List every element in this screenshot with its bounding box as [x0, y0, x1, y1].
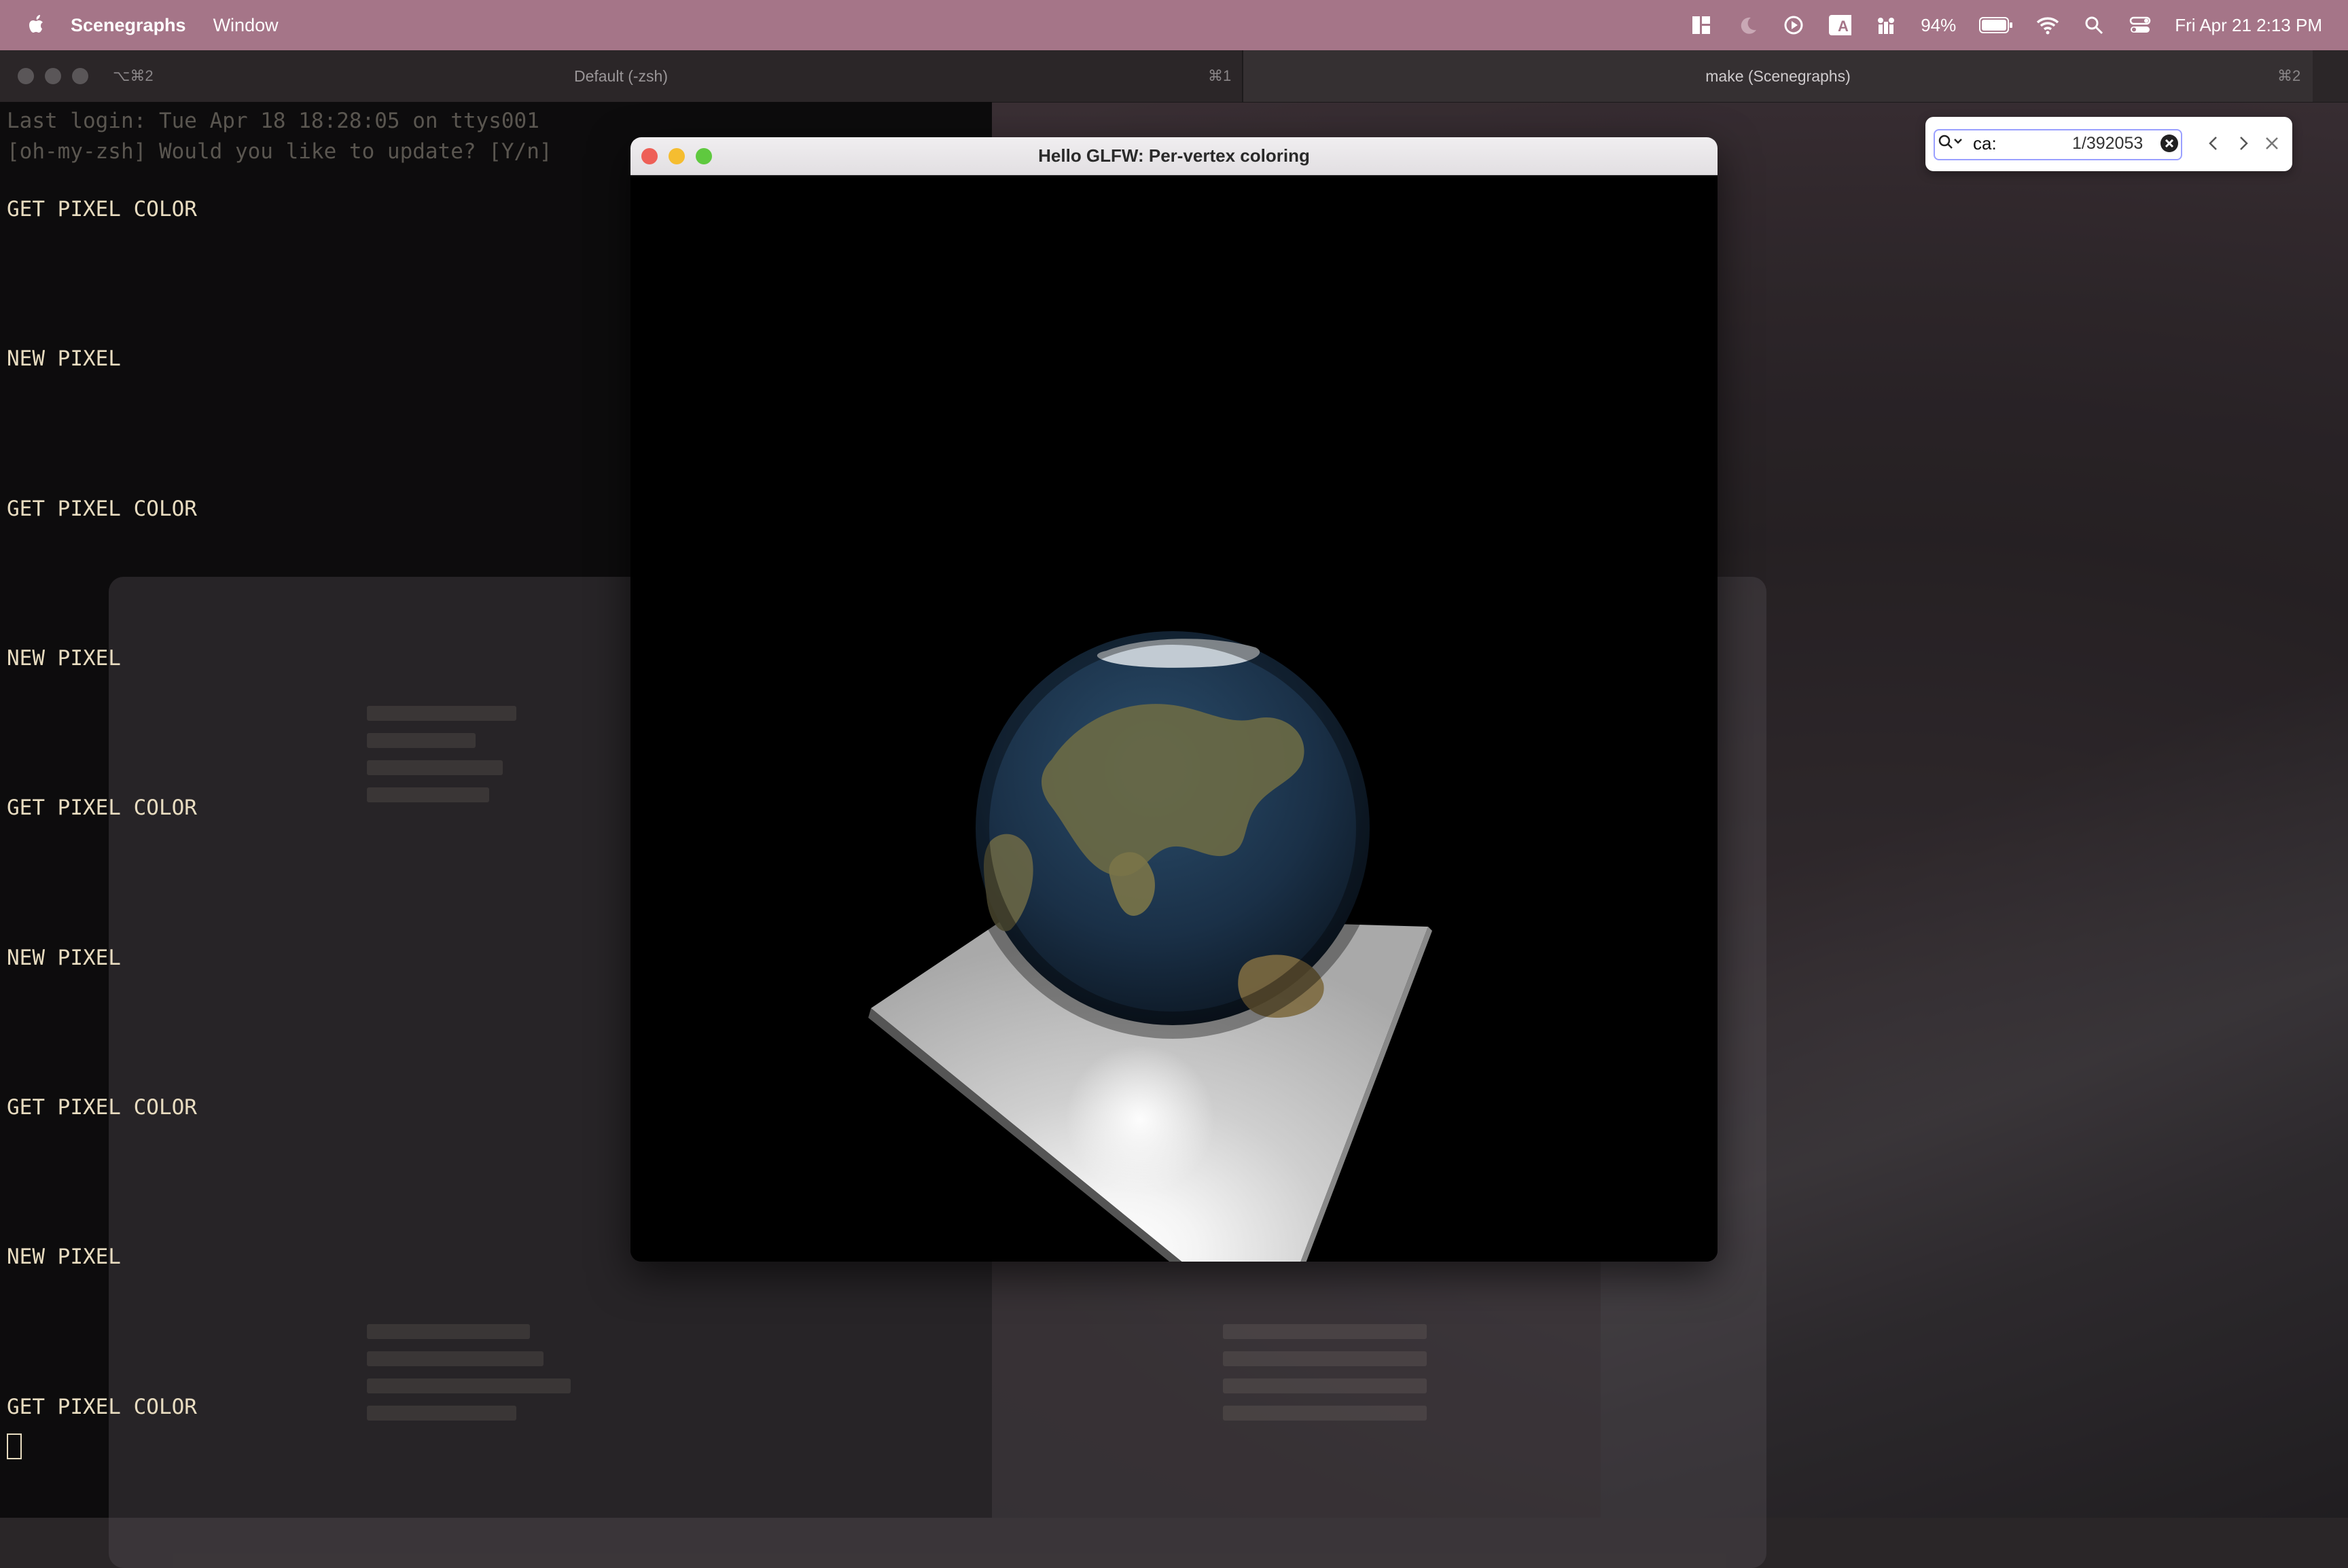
- terminal-cursor: [7, 1433, 22, 1459]
- tab2-shortcut: ⌘2: [2277, 67, 2301, 84]
- menu-window[interactable]: Window: [213, 15, 279, 36]
- close-find-icon[interactable]: [2262, 134, 2281, 153]
- terminal-line: GET PIXEL COLOR: [7, 197, 197, 221]
- search-options-icon[interactable]: [1938, 133, 1965, 151]
- glfw-window: Hello GLFW: Per-vertex coloring: [630, 137, 1718, 1262]
- find-query: ca:: [1973, 133, 1997, 154]
- glfw-window-title: Hello GLFW: Per-vertex coloring: [1038, 145, 1310, 166]
- finder-row: [367, 787, 489, 802]
- terminal-line: GET PIXEL COLOR: [7, 796, 197, 820]
- finder-row: [367, 1378, 571, 1393]
- finder-row: [1223, 1406, 1427, 1421]
- tab1-shortcut: ⌘1: [1208, 67, 1232, 84]
- finder-row: [367, 760, 503, 775]
- tab-title-make: make (Scenegraphs): [1705, 67, 1851, 85]
- app-menu-scenegraphs[interactable]: Scenegraphs: [71, 15, 186, 36]
- terminal-tab-bar: ⌥⌘2 Default (-zsh) ⌘1 make (Scenegraphs)…: [0, 50, 2348, 103]
- terminal-line: NEW PIXEL: [7, 946, 121, 970]
- window-tiling-icon[interactable]: [1690, 14, 1713, 37]
- find-input[interactable]: [1934, 129, 2182, 160]
- finder-row: [367, 1351, 544, 1366]
- tab-title-default: Default (-zsh): [573, 67, 669, 85]
- wifi-icon[interactable]: [2036, 14, 2059, 37]
- chevron-right-icon[interactable]: [2234, 134, 2253, 153]
- battery-percent: 94%: [1921, 14, 1957, 35]
- control-center-icon[interactable]: [2129, 14, 2152, 37]
- battery-icon[interactable]: [1979, 14, 2013, 37]
- finder-row: [1223, 1351, 1427, 1366]
- input-source-a-icon[interactable]: A: [1828, 14, 1852, 37]
- terminal-faded-line: [oh-my-zsh] Would you like to update? [Y…: [7, 139, 552, 164]
- menu-bar: Scenegraphs Window A 94% Fri Apr 21 2:13…: [0, 0, 2348, 50]
- apple-icon[interactable]: [26, 13, 48, 37]
- find-match-count: 1/392053: [2072, 134, 2144, 153]
- glfw-title-bar[interactable]: Hello GLFW: Per-vertex coloring: [630, 137, 1718, 175]
- svg-text:A: A: [1838, 18, 1849, 35]
- finder-row: [367, 733, 476, 748]
- people-icon[interactable]: [1874, 14, 1898, 37]
- specular-highlight: [1065, 1045, 1215, 1194]
- terminal-line: NEW PIXEL: [7, 646, 121, 671]
- play-circle-icon[interactable]: [1782, 14, 1805, 37]
- spotlight-search-icon[interactable]: [2082, 14, 2105, 37]
- finder-row: [1223, 1378, 1427, 1393]
- chevron-left-icon[interactable]: [2204, 134, 2223, 153]
- terminal-line: GET PIXEL COLOR: [7, 497, 197, 521]
- status-area: A 94% Fri Apr 21 2:13 PM: [1690, 0, 2322, 50]
- tab-default-zsh[interactable]: Default (-zsh): [0, 50, 1243, 102]
- finder-row: [367, 1324, 530, 1339]
- render-canvas[interactable]: [630, 175, 1718, 1262]
- clock[interactable]: Fri Apr 21 2:13 PM: [2175, 15, 2322, 36]
- terminal-line: NEW PIXEL: [7, 1245, 121, 1269]
- terminal-line: GET PIXEL COLOR: [7, 1095, 197, 1120]
- moon-icon[interactable]: [1736, 14, 1759, 37]
- clear-search-icon[interactable]: [2159, 133, 2180, 154]
- terminal-line: GET PIXEL COLOR: [7, 1395, 197, 1419]
- finder-row: [1223, 1324, 1427, 1339]
- finder-row: [367, 706, 516, 721]
- finder-row: [367, 1406, 516, 1421]
- terminal-faded-line: Last login: Tue Apr 18 18:28:05 on ttys0…: [7, 109, 539, 133]
- tab-make-scenegraphs[interactable]: make (Scenegraphs): [1243, 50, 2313, 102]
- terminal-line: NEW PIXEL: [7, 346, 121, 371]
